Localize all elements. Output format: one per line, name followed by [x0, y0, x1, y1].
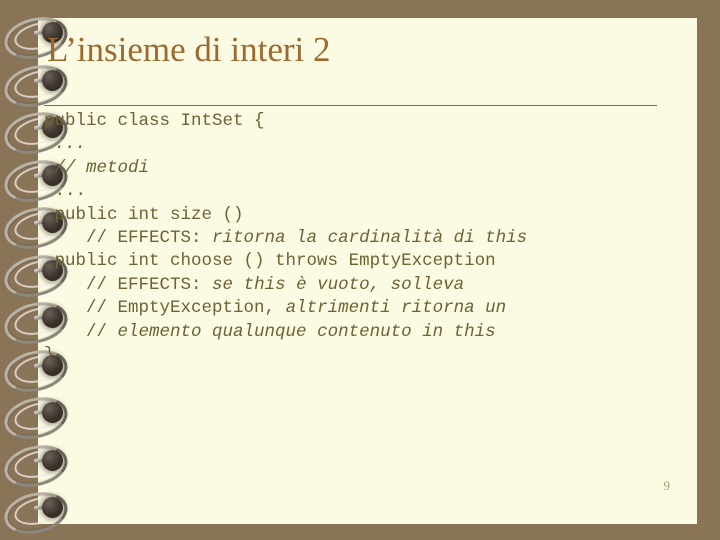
code-line: // EFFECTS: se this è vuoto, solleva [44, 274, 659, 297]
code-comment-italic: // metodi [54, 157, 150, 178]
code-token: // EFFECTS: [86, 274, 213, 295]
code-line: public int choose () throws EmptyExcepti… [44, 250, 659, 273]
code-comment-italic: se [212, 274, 244, 295]
code-line: // metodi [44, 157, 659, 180]
code-line: // elemento qualunque contenuto in this [44, 321, 659, 344]
code-block: public class IntSet { ... // metodi ... … [44, 110, 659, 367]
presentation-slide: L’insieme di interi 2 public class IntSe… [0, 0, 720, 540]
code-line: ... [44, 133, 659, 156]
code-token: public class IntSet { [44, 111, 265, 131]
code-comment-italic: ritorna la cardinalità di this [212, 228, 528, 249]
code-comment-italic: ... [54, 134, 87, 155]
title-divider [44, 105, 657, 106]
code-token: public int choose () throws EmptyExcepti… [54, 251, 496, 272]
code-token: public int size () [54, 204, 244, 225]
code-line: // EmptyException, altrimenti ritorna un [44, 297, 659, 320]
code-token: } [44, 345, 55, 366]
code-line: ... [44, 180, 659, 203]
code-comment-italic: altrimenti ritorna un [285, 298, 507, 319]
code-line: public int size () [44, 204, 659, 227]
page-number: 9 [663, 478, 671, 493]
page-title: L’insieme di interi 2 [47, 30, 331, 69]
code-comment-italic: this [243, 274, 286, 295]
code-line: } [44, 344, 659, 367]
code-token: ... [54, 181, 87, 202]
code-comment-italic: è vuoto, solleva [285, 274, 465, 295]
code-line: public class IntSet { [44, 110, 659, 133]
code-token: // EFFECTS: [86, 228, 213, 249]
code-token: // [86, 321, 118, 342]
code-comment-italic: elemento qualunque contenuto in this [117, 321, 496, 342]
code-line: // EFFECTS: ritorna la cardinalità di th… [44, 227, 659, 250]
code-token: // EmptyException, [86, 298, 286, 319]
